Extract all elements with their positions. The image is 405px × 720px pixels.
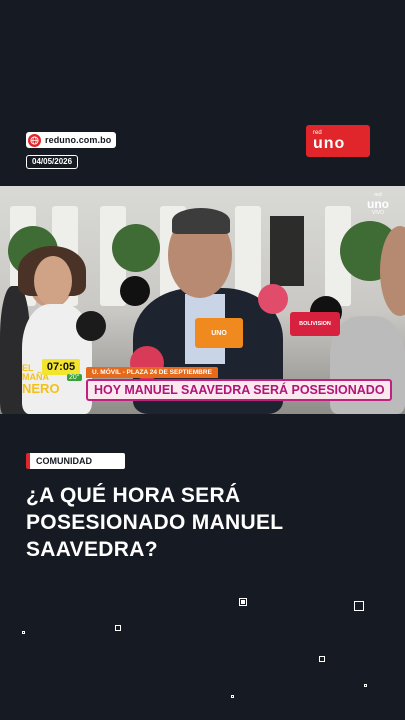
mic-flag-uno: UNO [195, 318, 243, 348]
decor-square [115, 625, 121, 631]
globe-icon [28, 133, 41, 147]
speaker-hair [172, 208, 230, 234]
microphone [120, 276, 150, 306]
site-url-badge[interactable]: reduno.com.bo [26, 132, 117, 148]
channel-live-logo: red uno VIVO [367, 192, 389, 216]
post-date: 04/05/2026 [26, 155, 79, 169]
red-uno-logo: red uno [306, 125, 370, 157]
person-face [34, 256, 72, 306]
decor-square [241, 600, 245, 604]
temperature: 20° [67, 374, 82, 381]
microphone [258, 284, 288, 314]
window [270, 216, 304, 286]
show-logo-line: NERO [22, 381, 60, 396]
site-url: reduno.com.bo [45, 135, 112, 145]
category-badge[interactable]: COMUNIDAD [26, 453, 125, 469]
plant [112, 224, 160, 272]
news-video-frame[interactable]: UNO BOLIVISION red uno VIVO EL MAÑA NERO… [0, 186, 405, 414]
lower-third-subtitle: U. MÓVIL - PLAZA 24 DE SEPTIEMBRE [86, 367, 218, 378]
mic-flag-bolivision: BOLIVISION [290, 312, 340, 336]
decor-square [231, 695, 234, 698]
article-headline: ¿A QUÉ HORA SERÁ POSESIONADO MANUEL SAAV… [26, 484, 284, 561]
brand-main-text: uno [313, 135, 346, 152]
decor-square [319, 656, 325, 662]
channel-main-text: uno [367, 197, 389, 211]
decor-square [364, 684, 367, 687]
lower-third-title: HOY MANUEL SAAVEDRA SERÁ POSESIONADO [86, 379, 392, 401]
decor-square [22, 631, 25, 634]
clock-time: 07:05 [42, 359, 80, 375]
decor-square [354, 601, 364, 611]
microphone [76, 311, 106, 341]
